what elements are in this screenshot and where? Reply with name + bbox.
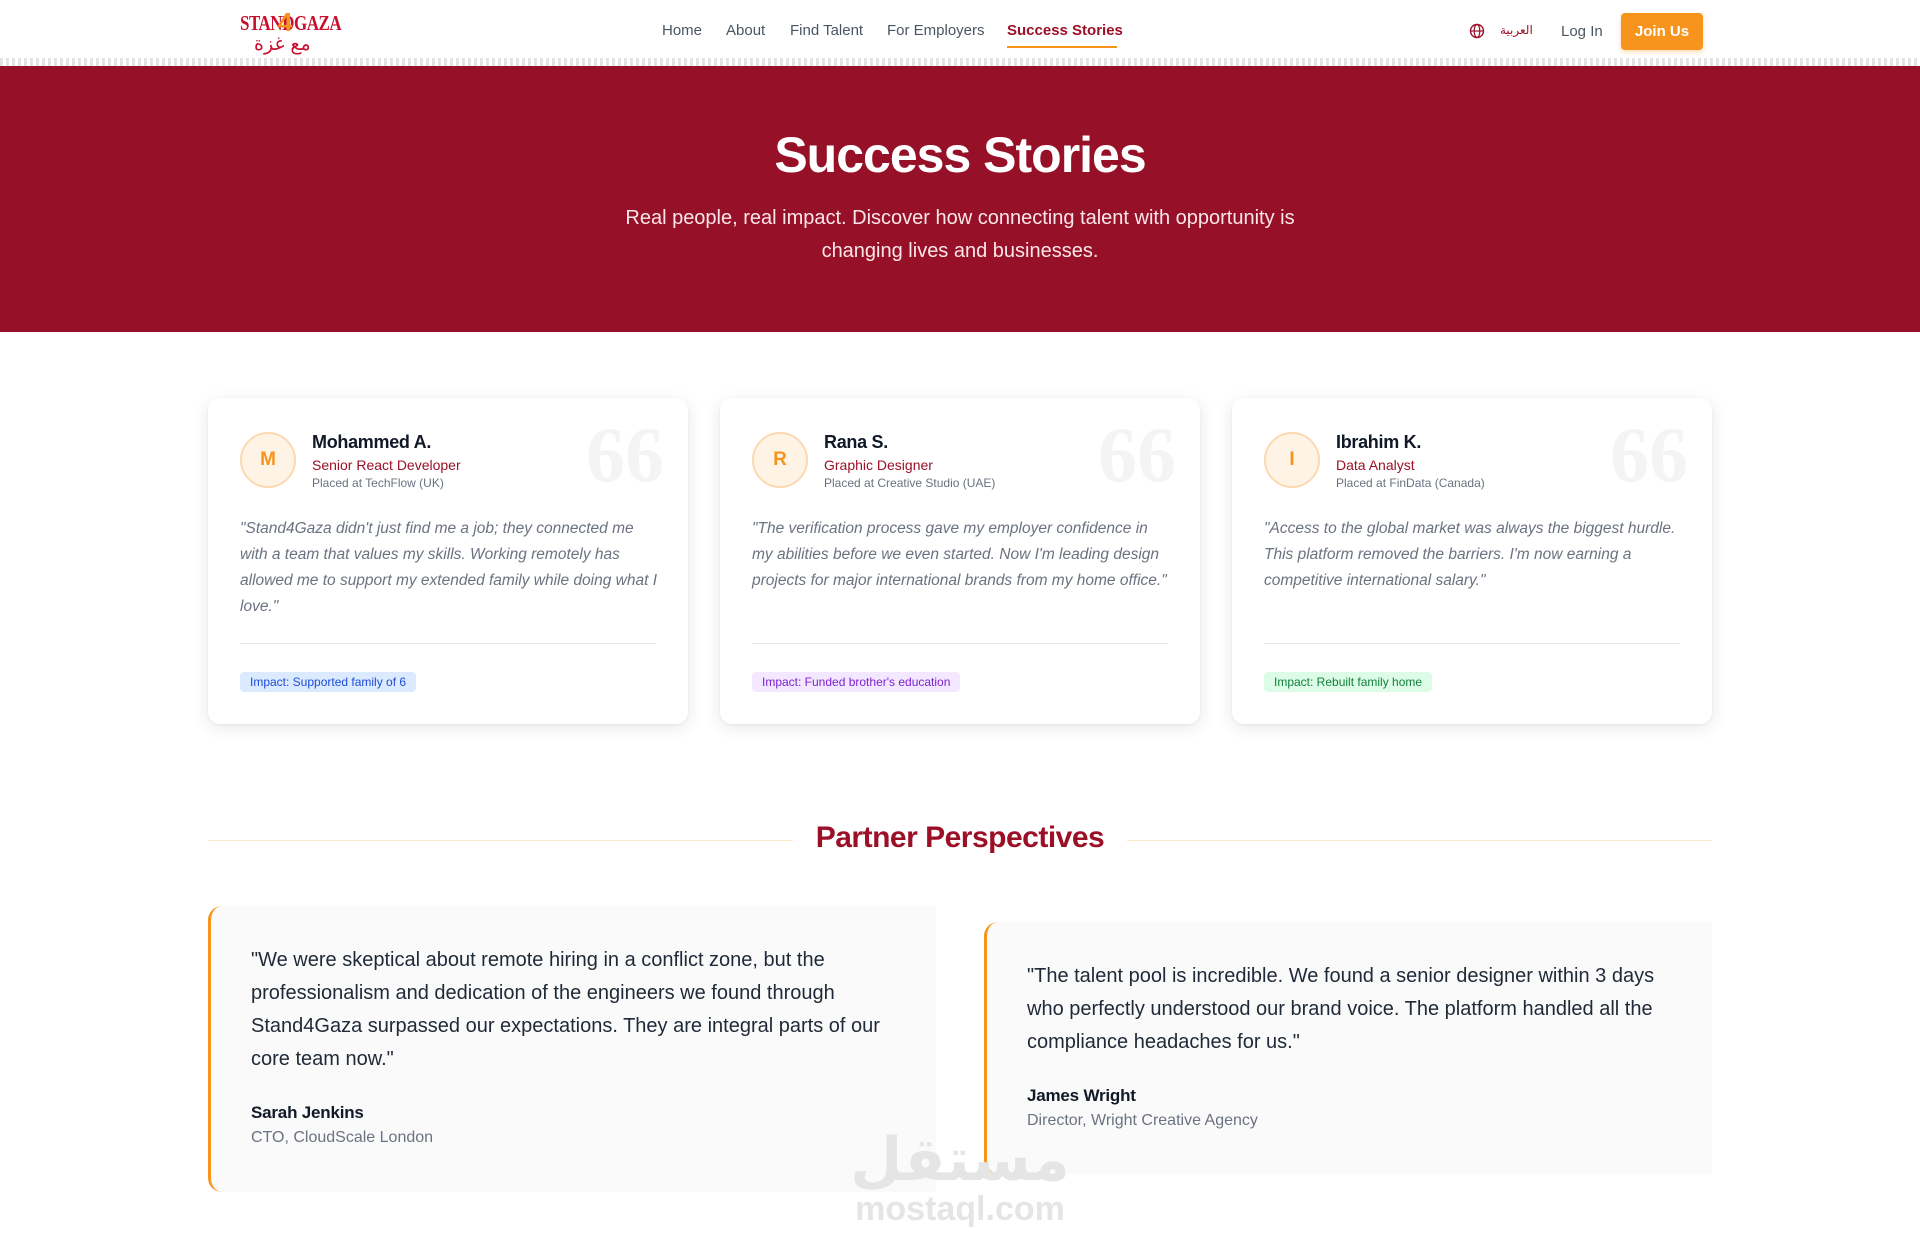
card-divider [752, 643, 1168, 644]
story-role: Senior React Developer [312, 457, 461, 473]
join-us-button[interactable]: Join Us [1621, 13, 1703, 50]
page-title: Success Stories [774, 127, 1146, 183]
partner-testimonial-card: "The talent pool is incredible. We found… [984, 922, 1712, 1174]
language-switch[interactable]: العربية [1500, 23, 1533, 37]
quote-icon: 66 [1610, 411, 1688, 498]
story-role: Graphic Designer [824, 457, 933, 473]
partner-quote: "The talent pool is incredible. We found… [1027, 965, 1655, 1053]
partner-name: James Wright [1027, 1086, 1136, 1105]
story-card: M Mohammed A. Senior React Developer Pla… [208, 398, 688, 724]
card-divider [1264, 643, 1680, 644]
quote-icon: 66 [1098, 411, 1176, 498]
top-navbar: STAND 4 GAZA مع غزة Home About Find Tale… [0, 0, 1920, 60]
story-card: R Rana S. Graphic Designer Placed at Cre… [720, 398, 1200, 724]
nav-link-for-employers[interactable]: For Employers [887, 22, 985, 39]
impact-badge: Impact: Supported family of 6 [240, 672, 417, 692]
story-quote: "Access to the global market was always … [1264, 520, 1676, 589]
story-name: Ibrahim K. [1336, 432, 1422, 452]
story-quote: "Stand4Gaza didn't just find me a job; t… [240, 520, 657, 615]
partner-perspectives-title: Partner Perspectives [815, 821, 1105, 854]
card-divider [240, 643, 656, 644]
story-placement: Placed at TechFlow (UK) [312, 476, 444, 490]
mostaql-watermark: مستقل mostaql.com [840, 1130, 1080, 1226]
story-name: Mohammed A. [312, 432, 432, 452]
partner-testimonial-card: "We were skeptical about remote hiring i… [208, 906, 936, 1192]
story-placement: Placed at Creative Studio (UAE) [824, 476, 996, 490]
login-link[interactable]: Log In [1561, 23, 1603, 40]
story-name: Rana S. [824, 432, 888, 452]
story-placement: Placed at FinData (Canada) [1336, 476, 1485, 490]
nav-link-find-talent[interactable]: Find Talent [790, 22, 863, 39]
impact-badge: Impact: Funded brother's education [752, 672, 961, 692]
nav-link-success-stories[interactable]: Success Stories [1007, 22, 1123, 39]
hero-subtitle: Real people, real impact. Discover how c… [625, 207, 1295, 262]
watermark-arabic: مستقل [850, 1125, 1070, 1195]
nav-link-about[interactable]: About [726, 22, 765, 39]
partner-quote: "We were skeptical about remote hiring i… [251, 949, 880, 1070]
story-role: Data Analyst [1336, 457, 1415, 473]
impact-badge: Impact: Rebuilt family home [1264, 672, 1433, 692]
partner-name: Sarah Jenkins [251, 1103, 364, 1122]
hero-banner: Success Stories Real people, real impact… [0, 66, 1920, 332]
active-nav-underline [1007, 46, 1117, 48]
nav-link-home[interactable]: Home [662, 22, 702, 39]
globe-icon[interactable] [1469, 23, 1485, 39]
avatar: M [240, 432, 296, 488]
avatar: R [752, 432, 808, 488]
quote-icon: 66 [586, 411, 664, 498]
partner-title: CTO, CloudScale London [251, 1129, 434, 1146]
nav-pattern-border [0, 58, 1920, 66]
story-quote: "The verification process gave my employ… [752, 520, 1167, 589]
avatar: I [1264, 432, 1320, 488]
story-card: I Ibrahim K. Data Analyst Placed at FinD… [1232, 398, 1712, 724]
watermark-domain: mostaql.com [855, 1190, 1065, 1228]
